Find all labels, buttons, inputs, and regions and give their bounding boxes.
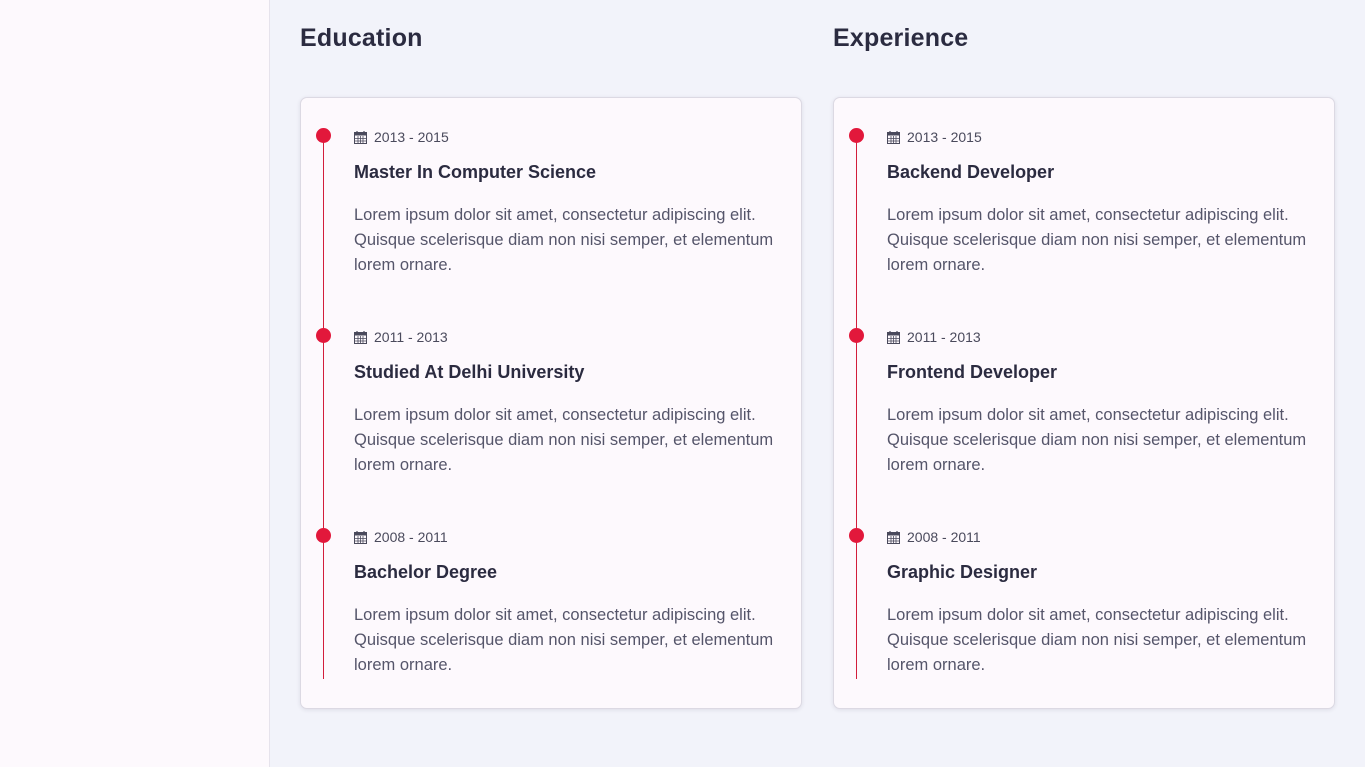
entry-date: 2008 - 2011 [887, 529, 981, 545]
calendar-icon [354, 130, 367, 144]
education-heading: Education [300, 24, 423, 52]
entry-date: 2011 - 2013 [887, 329, 981, 345]
entry-description: Lorem ipsum dolor sit amet, consectetur … [887, 206, 1307, 274]
calendar-icon [887, 530, 900, 544]
calendar-icon [354, 530, 367, 544]
entry-description: Lorem ipsum dolor sit amet, consectetur … [354, 606, 774, 674]
entry-date-text: 2008 - 2011 [374, 529, 448, 545]
calendar-icon [887, 130, 900, 144]
timeline-dot [316, 328, 331, 343]
entry-date-text: 2013 - 2015 [907, 129, 982, 145]
timeline-dot [849, 128, 864, 143]
entry-date-text: 2013 - 2015 [374, 129, 449, 145]
timeline-line [856, 136, 857, 679]
timeline-line [323, 136, 324, 679]
sidebar [0, 0, 270, 767]
entry-date-text: 2008 - 2011 [907, 529, 981, 545]
education-card: 2013 - 2015 Master In Computer Science L… [300, 97, 802, 709]
entry-title: Bachelor Degree [354, 562, 498, 582]
calendar-icon [887, 330, 900, 344]
entry-date-text: 2011 - 2013 [374, 329, 448, 345]
experience-heading: Experience [833, 24, 969, 52]
entry-title: Frontend Developer [887, 362, 1058, 382]
entry-description: Lorem ipsum dolor sit amet, consectetur … [887, 406, 1307, 474]
timeline-dot [316, 528, 331, 543]
timeline-dot [849, 328, 864, 343]
entry-description: Lorem ipsum dolor sit amet, consectetur … [354, 206, 774, 274]
entry-title: Graphic Designer [887, 562, 1038, 582]
entry-date: 2013 - 2015 [887, 129, 982, 145]
timeline-dot [316, 128, 331, 143]
entry-description: Lorem ipsum dolor sit amet, consectetur … [887, 606, 1307, 674]
entry-title: Backend Developer [887, 162, 1055, 182]
entry-date: 2008 - 2011 [354, 529, 448, 545]
entry-date: 2011 - 2013 [354, 329, 448, 345]
entry-date-text: 2011 - 2013 [907, 329, 981, 345]
timeline-dot [849, 528, 864, 543]
entry-date: 2013 - 2015 [354, 129, 449, 145]
entry-title: Master In Computer Science [354, 162, 597, 182]
calendar-icon [354, 330, 367, 344]
entry-description: Lorem ipsum dolor sit amet, consectetur … [354, 406, 774, 474]
experience-card: 2013 - 2015 Backend Developer Lorem ipsu… [833, 97, 1335, 709]
entry-title: Studied At Delhi University [354, 362, 585, 382]
